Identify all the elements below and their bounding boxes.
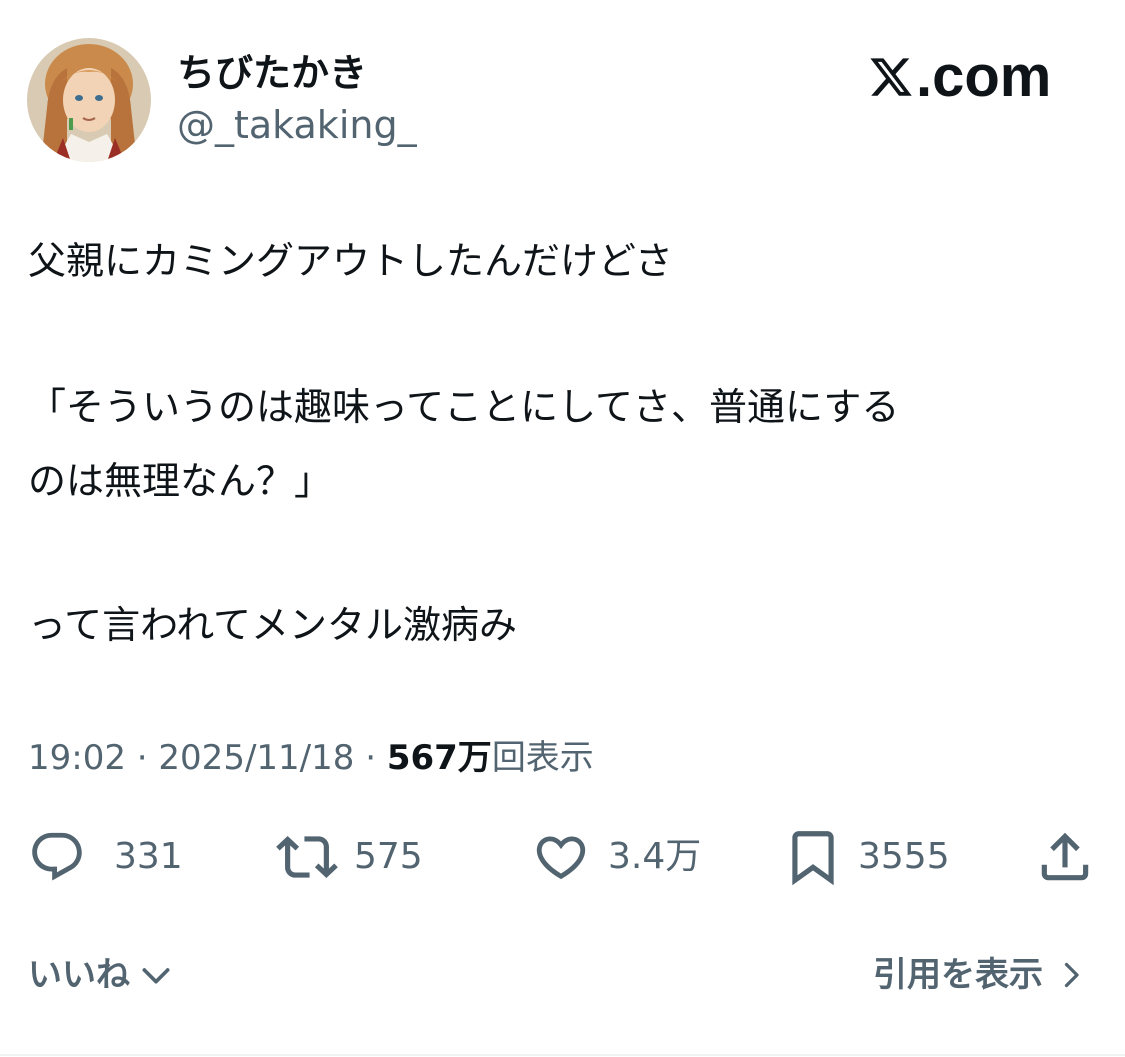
meta-separator: · xyxy=(136,738,148,778)
brand-text: .com xyxy=(916,44,1052,109)
divider xyxy=(0,1054,1125,1056)
reply-count: 331 xyxy=(114,836,183,877)
bookmark-button[interactable]: 3555 xyxy=(782,826,950,888)
view-quotes-button[interactable]: 引用を表示 xyxy=(873,950,1089,1000)
repost-icon xyxy=(276,836,338,878)
share-button[interactable] xyxy=(1034,826,1096,888)
bookmark-icon xyxy=(792,831,834,886)
avatar[interactable] xyxy=(27,38,151,162)
chevron-down-icon xyxy=(142,968,170,984)
tweet-text-line: って言われてメンタル激病み xyxy=(28,603,518,647)
tweet-date[interactable]: 2025/11/18 xyxy=(158,738,354,778)
share-upload-icon xyxy=(1041,832,1089,881)
chevron-right-icon xyxy=(1064,962,1079,988)
reply-bubble-icon xyxy=(32,832,82,881)
author-handle[interactable]: @_takaking_ xyxy=(177,102,417,148)
author-display-name[interactable]: ちびたかき xyxy=(177,50,367,96)
likes-list-button[interactable]: いいね xyxy=(28,950,176,1000)
x-com-logo: .com xyxy=(868,46,1051,108)
tweet-meta: 19:02 · 2025/11/18 · 567万回表示 xyxy=(28,736,594,780)
bookmark-count: 3555 xyxy=(858,836,950,877)
views-count: 567万 xyxy=(386,738,492,778)
tweet-text-line: のは無理なん？」 xyxy=(28,459,333,503)
like-button[interactable]: 3.4万 xyxy=(532,826,701,888)
tweet-time[interactable]: 19:02 xyxy=(28,738,126,778)
likes-label: いいね xyxy=(28,955,130,995)
meta-separator: · xyxy=(365,738,377,778)
like-count: 3.4万 xyxy=(608,836,702,877)
heart-icon xyxy=(536,836,586,880)
repost-button[interactable]: 575 xyxy=(276,826,423,888)
tweet-text-line: 「そういうのは趣味ってことにしてさ、普通にする xyxy=(28,385,900,429)
reply-button[interactable]: 331 xyxy=(28,826,183,888)
tweet-text-line: 父親にカミングアウトしたんだけどさ xyxy=(28,239,673,283)
views-label: 回表示 xyxy=(491,738,594,778)
quotes-label: 引用を表示 xyxy=(873,955,1043,995)
x-logo-icon xyxy=(870,58,912,96)
repost-count: 575 xyxy=(354,836,423,877)
